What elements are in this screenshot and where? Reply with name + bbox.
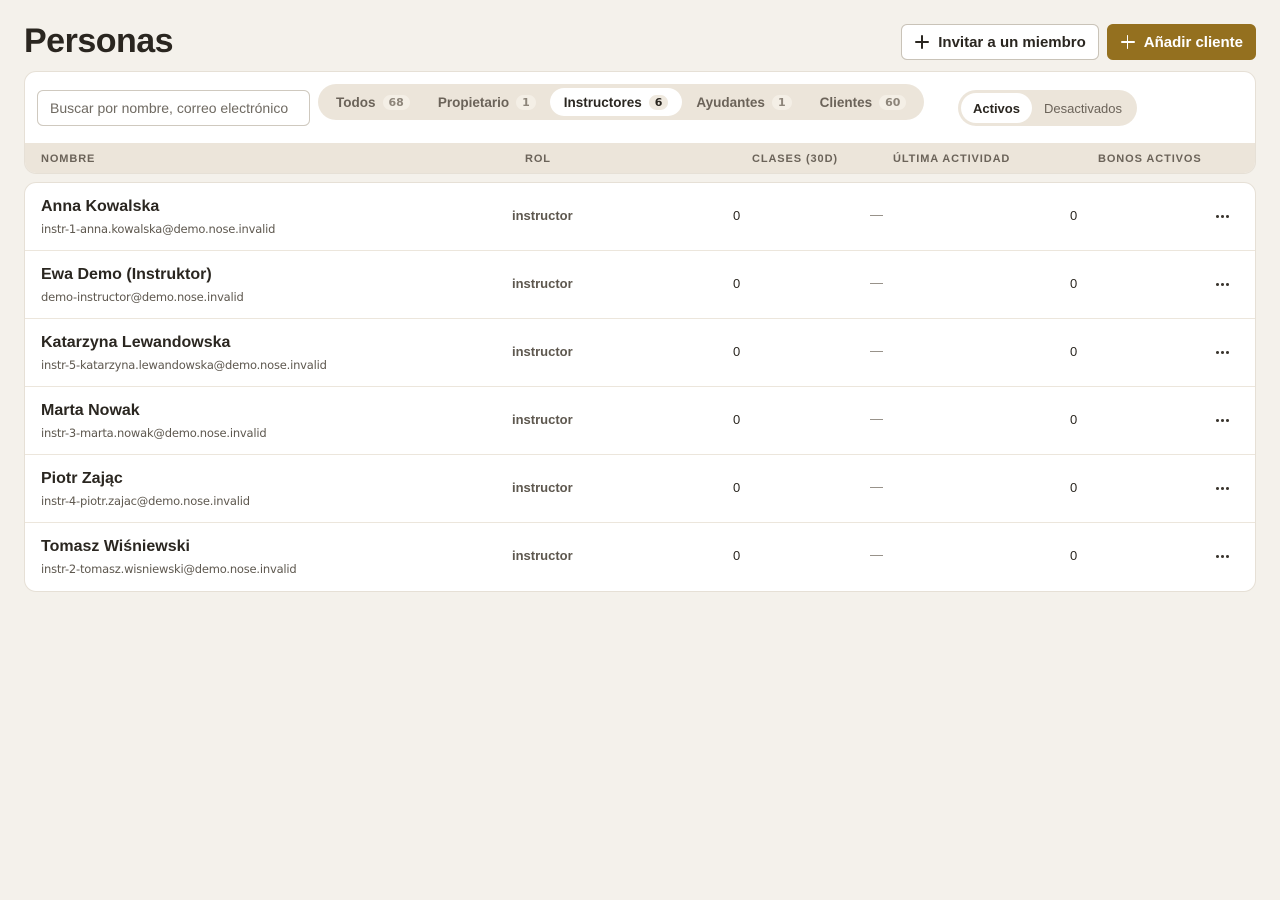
person-email: instr-5-katarzyna.lewandowska@demo.nose.… <box>41 358 327 372</box>
tab-count: 1 <box>771 94 792 110</box>
more-horizontal-icon[interactable] <box>1211 205 1233 227</box>
more-horizontal-icon[interactable] <box>1211 341 1233 363</box>
person-classes: 0 <box>733 344 741 359</box>
column-header-name[interactable]: NOMBRE <box>41 153 95 165</box>
person-last-activity: — <box>870 343 883 358</box>
person-classes: 0 <box>733 276 741 291</box>
person-last-activity: — <box>870 207 883 222</box>
search-input[interactable] <box>37 90 310 126</box>
person-classes: 0 <box>733 412 741 427</box>
person-role: instructor <box>512 480 573 495</box>
person-last-activity: — <box>870 547 883 562</box>
person-name: Marta Nowak <box>41 402 140 419</box>
people-table: Anna Kowalska instr-1-anna.kowalska@demo… <box>24 182 1256 592</box>
table-header: NOMBRE ROL CLASES (30D) ÚLTIMA ACTIVIDAD… <box>25 143 1255 173</box>
table-row[interactable]: Tomasz Wiśniewski instr-2-tomasz.wisniew… <box>25 523 1255 591</box>
plus-icon <box>914 34 930 50</box>
more-horizontal-icon[interactable] <box>1211 273 1233 295</box>
person-role: instructor <box>512 344 573 359</box>
tab-label: Instructores <box>563 94 642 110</box>
person-classes: 0 <box>733 480 741 495</box>
invite-member-button[interactable]: Invitar a un miembro <box>901 24 1099 60</box>
person-email: instr-3-marta.nowak@demo.nose.invalid <box>41 426 267 440</box>
person-name: Anna Kowalska <box>41 198 160 215</box>
person-classes: 0 <box>733 548 741 563</box>
page-title: Personas <box>24 22 174 60</box>
more-horizontal-icon[interactable] <box>1211 409 1233 431</box>
person-role: instructor <box>512 412 573 427</box>
person-last-activity: — <box>870 275 883 290</box>
person-bonos: 0 <box>1070 480 1078 495</box>
role-tabs: Todos 68 Propietario 1 Instructores 6 Ay… <box>318 84 925 120</box>
more-horizontal-icon[interactable] <box>1211 545 1233 567</box>
column-header-role[interactable]: ROL <box>525 153 551 165</box>
tab-label: Propietario <box>437 94 510 110</box>
tab-count: 1 <box>516 94 536 110</box>
tab-label: Todos <box>336 94 376 110</box>
table-row[interactable]: Ewa Demo (Instruktor) demo-instructor@de… <box>25 251 1255 319</box>
more-horizontal-icon[interactable] <box>1211 477 1233 499</box>
table-row[interactable]: Piotr Zając instr-4-piotr.zajac@demo.nos… <box>25 455 1255 523</box>
person-bonos: 0 <box>1070 344 1078 359</box>
tab-count: 68 <box>382 94 410 110</box>
person-bonos: 0 <box>1070 208 1078 223</box>
person-last-activity: — <box>870 411 883 426</box>
person-email: instr-4-piotr.zajac@demo.nose.invalid <box>41 494 250 508</box>
invite-member-label: Invitar a un miembro <box>938 33 1086 51</box>
column-header-classes[interactable]: CLASES (30D) <box>752 153 838 165</box>
add-client-label: Añadir cliente <box>1143 33 1243 51</box>
person-role: instructor <box>512 208 573 223</box>
person-email: instr-2-tomasz.wisniewski@demo.nose.inva… <box>41 562 297 576</box>
person-role: instructor <box>512 548 573 563</box>
tab-count: 6 <box>648 94 669 110</box>
person-last-activity: — <box>870 479 883 494</box>
person-name: Katarzyna Lewandowska <box>41 334 231 351</box>
add-client-button[interactable]: Añadir cliente <box>1106 24 1256 60</box>
person-name: Ewa Demo (Instruktor) <box>41 266 212 283</box>
status-inactive-button[interactable]: Desactivados <box>1032 93 1134 123</box>
status-active-button[interactable]: Activos <box>961 93 1032 123</box>
plus-icon <box>1120 34 1136 50</box>
table-row[interactable]: Marta Nowak instr-3-marta.nowak@demo.nos… <box>25 387 1255 455</box>
tab-label: Clientes <box>819 94 873 110</box>
tab-todos[interactable]: Todos 68 <box>322 88 424 116</box>
person-email: instr-1-anna.kowalska@demo.nose.invalid <box>41 222 276 236</box>
tab-propietario[interactable]: Propietario 1 <box>424 88 550 116</box>
table-row[interactable]: Anna Kowalska instr-1-anna.kowalska@demo… <box>25 183 1255 251</box>
column-header-bonos[interactable]: BONOS ACTIVOS <box>1098 153 1202 165</box>
header-actions: Invitar a un miembro Añadir cliente <box>901 24 1256 60</box>
person-bonos: 0 <box>1070 412 1078 427</box>
tab-ayudantes[interactable]: Ayudantes 1 <box>682 88 805 116</box>
person-name: Piotr Zając <box>41 470 123 487</box>
person-bonos: 0 <box>1070 276 1078 291</box>
person-bonos: 0 <box>1070 548 1078 563</box>
tab-count: 60 <box>879 94 907 110</box>
filter-panel: Todos 68 Propietario 1 Instructores 6 Ay… <box>24 71 1256 174</box>
person-classes: 0 <box>733 208 741 223</box>
person-email: demo-instructor@demo.nose.invalid <box>41 290 244 304</box>
status-toggle: Activos Desactivados <box>958 90 1138 126</box>
tab-label: Ayudantes <box>696 94 765 110</box>
column-header-last-activity[interactable]: ÚLTIMA ACTIVIDAD <box>893 153 1010 165</box>
person-role: instructor <box>512 276 573 291</box>
table-row[interactable]: Katarzyna Lewandowska instr-5-katarzyna.… <box>25 319 1255 387</box>
tab-instructores[interactable]: Instructores 6 <box>549 88 683 116</box>
person-name: Tomasz Wiśniewski <box>41 538 190 555</box>
tab-clientes[interactable]: Clientes 60 <box>806 88 921 116</box>
